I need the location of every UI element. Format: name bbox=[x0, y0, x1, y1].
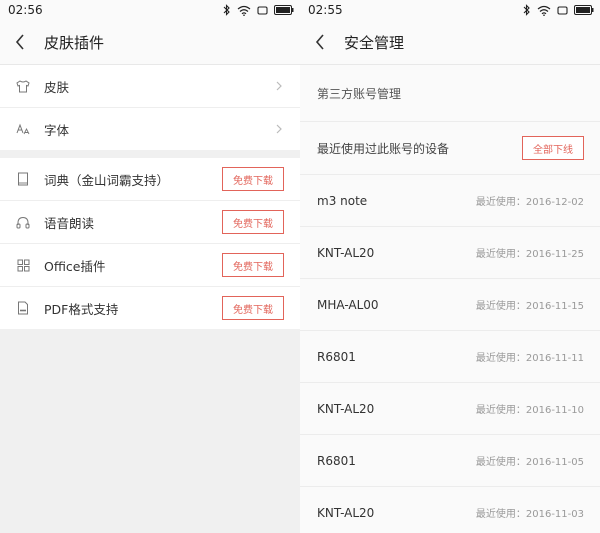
device-name: KNT-AL20 bbox=[317, 505, 375, 520]
bluetooth-icon bbox=[523, 4, 530, 16]
free-download-button[interactable]: 免费下载 bbox=[222, 296, 284, 320]
last-used-time: 最近使用：2016-11-25 bbox=[475, 249, 584, 260]
device-name: R6801 bbox=[317, 453, 356, 468]
list-item-label: 字体 bbox=[44, 122, 70, 138]
headphones-icon bbox=[16, 215, 30, 229]
recent-devices-header: 最近使用过此账号的设备 全部下线 bbox=[300, 122, 600, 175]
shirt-icon bbox=[16, 79, 30, 93]
device-row: KNT-AL20 最近使用：2016-11-10 bbox=[300, 383, 600, 435]
list-item-voice-reading: 语音朗读 免费下载 bbox=[0, 201, 300, 244]
skin-plugins-screen: 02:56 皮肤插件 皮肤 字体 词典（金山词霸支持） 免费下载 语音朗读 免费… bbox=[0, 0, 300, 533]
device-name: KNT-AL20 bbox=[317, 245, 375, 260]
free-download-button[interactable]: 免费下载 bbox=[222, 167, 284, 191]
last-used-time: 最近使用：2016-11-05 bbox=[475, 457, 584, 468]
list-item-pdf-support: PDF格式支持 免费下载 bbox=[0, 287, 300, 329]
navbar: 皮肤插件 bbox=[0, 20, 300, 65]
status-icons bbox=[523, 4, 594, 16]
devices-title: 最近使用过此账号的设备 bbox=[317, 141, 450, 156]
last-used-time: 最近使用：2016-11-03 bbox=[475, 509, 584, 520]
section-title: 第三方账号管理 bbox=[317, 86, 402, 101]
list-item-label: 语音朗读 bbox=[44, 215, 95, 231]
free-download-button[interactable]: 免费下载 bbox=[222, 210, 284, 234]
wifi-icon bbox=[237, 5, 251, 16]
list-item-font[interactable]: 字体 bbox=[0, 108, 300, 150]
plugin-list: 词典（金山词霸支持） 免费下载 语音朗读 免费下载 Office插件 免费下载 bbox=[0, 158, 300, 329]
list-item-skin[interactable]: 皮肤 bbox=[0, 65, 300, 108]
pdf-file-icon bbox=[16, 301, 30, 315]
logout-all-button[interactable]: 全部下线 bbox=[522, 136, 584, 160]
status-time: 02:55 bbox=[308, 3, 343, 17]
font-icon bbox=[16, 122, 30, 136]
free-download-button[interactable]: 免费下载 bbox=[222, 253, 284, 277]
device-row: MHA-AL00 最近使用：2016-11-15 bbox=[300, 279, 600, 331]
chevron-right-icon bbox=[276, 124, 282, 134]
device-name: R6801 bbox=[317, 349, 356, 364]
last-used-time: 最近使用：2016-12-02 bbox=[475, 197, 584, 208]
device-row: R6801 最近使用：2016-11-11 bbox=[300, 331, 600, 383]
status-time: 02:56 bbox=[8, 3, 43, 17]
screen-icon bbox=[257, 5, 268, 15]
device-row: R6801 最近使用：2016-11-05 bbox=[300, 435, 600, 487]
status-bar: 02:56 bbox=[0, 0, 300, 20]
section-gap bbox=[0, 150, 300, 158]
screenshot-pair: 02:56 皮肤插件 皮肤 字体 词典（金山词霸支持） 免费下载 语音朗读 免费… bbox=[0, 0, 600, 533]
list-item-label: 皮肤 bbox=[44, 79, 70, 95]
appearance-list: 皮肤 字体 bbox=[0, 65, 300, 150]
status-bar: 02:55 bbox=[300, 0, 600, 20]
page-title: 皮肤插件 bbox=[44, 33, 105, 52]
back-button[interactable] bbox=[302, 20, 338, 64]
device-name: MHA-AL00 bbox=[317, 297, 379, 312]
security-management-screen: 02:55 安全管理 第三方账号管理 最近使用过此账号的设备 全部下线 m3 n… bbox=[300, 0, 600, 533]
battery-icon bbox=[274, 5, 294, 15]
battery-icon bbox=[574, 5, 594, 15]
status-icons bbox=[223, 4, 294, 16]
wifi-icon bbox=[537, 5, 551, 16]
list-item-label: PDF格式支持 bbox=[44, 301, 119, 317]
third-party-accounts-link[interactable]: 第三方账号管理 bbox=[300, 65, 600, 122]
last-used-time: 最近使用：2016-11-11 bbox=[475, 353, 584, 364]
list-item-office-plugin: Office插件 免费下载 bbox=[0, 244, 300, 287]
navbar: 安全管理 bbox=[300, 20, 600, 65]
device-name: KNT-AL20 bbox=[317, 401, 375, 416]
bluetooth-icon bbox=[223, 4, 230, 16]
device-row: KNT-AL20 最近使用：2016-11-03 bbox=[300, 487, 600, 533]
page-title: 安全管理 bbox=[344, 33, 405, 52]
chevron-right-icon bbox=[276, 81, 282, 91]
device-row: m3 note 最近使用：2016-12-02 bbox=[300, 175, 600, 227]
last-used-time: 最近使用：2016-11-10 bbox=[475, 405, 584, 416]
device-row: KNT-AL20 最近使用：2016-11-25 bbox=[300, 227, 600, 279]
last-used-time: 最近使用：2016-11-15 bbox=[475, 301, 584, 312]
office-grid-icon bbox=[16, 258, 30, 272]
device-list: m3 note 最近使用：2016-12-02 KNT-AL20 最近使用：20… bbox=[300, 175, 600, 533]
book-icon bbox=[16, 172, 30, 186]
back-button[interactable] bbox=[2, 20, 38, 64]
list-item-label: 词典（金山词霸支持） bbox=[44, 172, 170, 188]
screen-icon bbox=[557, 5, 568, 15]
list-item-dictionary: 词典（金山词霸支持） 免费下载 bbox=[0, 158, 300, 201]
list-item-label: Office插件 bbox=[44, 258, 106, 274]
chevron-left-icon bbox=[15, 34, 24, 50]
device-name: m3 note bbox=[317, 193, 368, 208]
chevron-left-icon bbox=[315, 34, 324, 50]
